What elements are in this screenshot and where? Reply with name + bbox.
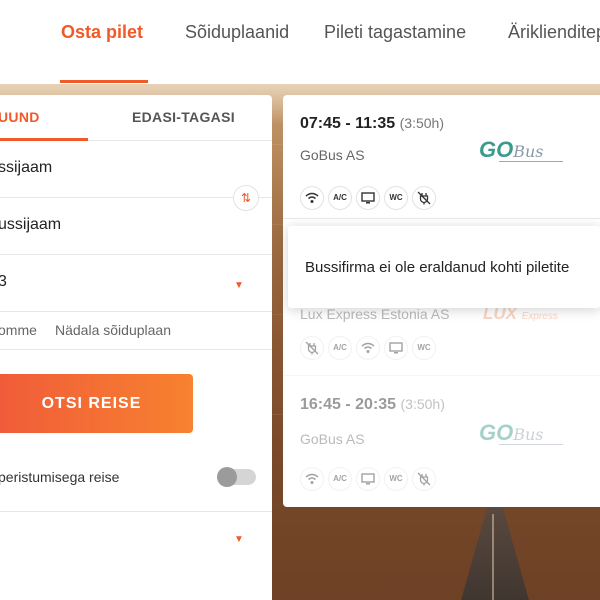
wifi-icon: [356, 336, 380, 360]
no-power-icon: [300, 336, 324, 360]
ac-badge: A/C: [328, 186, 352, 210]
tooltip-text: Bussifirma ei ole eraldanud kohti pileti…: [305, 259, 570, 276]
quick-links: omme Nädala sõiduplaan: [0, 312, 272, 350]
no-power-icon: [412, 186, 436, 210]
no-power-icon: [412, 467, 436, 491]
date-value: 3: [0, 273, 7, 290]
tab-one-way[interactable]: UUND: [0, 109, 40, 125]
nav-buy-ticket[interactable]: Osta pilet: [61, 22, 143, 43]
trip-time: 16:45 - 20:35 (3:50h): [300, 396, 445, 413]
transfer-toggle-label: peristumisega reise: [0, 469, 120, 485]
amenities: A/C WC: [300, 336, 440, 360]
link-tomorrow[interactable]: omme: [0, 322, 37, 338]
wc-badge: WC: [384, 467, 408, 491]
search-form-panel: UUND EDASI-TAGASI ssijaam ussijaam ⇅ 3 ▼…: [0, 95, 272, 600]
wifi-icon: [300, 186, 324, 210]
ac-badge: A/C: [328, 336, 352, 360]
to-value: ussijaam: [0, 216, 62, 233]
nav-business-clients[interactable]: Äriklienditep: [508, 22, 600, 43]
transfer-toggle[interactable]: [217, 467, 256, 487]
wc-badge: WC: [412, 336, 436, 360]
from-value: ssijaam: [0, 159, 53, 176]
wifi-icon: [300, 467, 324, 491]
to-field[interactable]: ussijaam: [0, 198, 272, 255]
search-button[interactable]: OTSI REISE: [0, 374, 193, 433]
from-field[interactable]: ssijaam: [0, 141, 272, 198]
seat-info-tooltip: Bussifirma ei ole eraldanud kohti pileti…: [288, 226, 600, 308]
passenger-select[interactable]: ▼: [0, 512, 272, 562]
tab-round-trip[interactable]: EDASI-TAGASI: [132, 109, 235, 125]
top-navigation: Osta pilet Sõiduplaanid Pileti tagastami…: [0, 0, 600, 84]
screen-icon: [356, 467, 380, 491]
date-field[interactable]: 3 ▼: [0, 255, 272, 312]
screen-icon: [356, 186, 380, 210]
amenities: A/C WC: [300, 467, 440, 491]
amenities: A/C WC: [300, 186, 440, 210]
chevron-down-icon: ▼: [234, 280, 244, 291]
screen-icon: [384, 336, 408, 360]
ac-badge: A/C: [328, 467, 352, 491]
trip-company: GoBus AS: [300, 431, 365, 447]
trip-company: Lux Express Estonia AS: [300, 306, 450, 322]
wc-badge: WC: [384, 186, 408, 210]
trip-card[interactable]: 07:45 - 11:35 (3:50h) GoBus AS GOBus A/C…: [283, 95, 600, 219]
nav-timetables[interactable]: Sõiduplaanid: [185, 22, 289, 43]
gobus-logo: GOBus: [479, 137, 563, 163]
trip-card[interactable]: 16:45 - 20:35 (3:50h) GoBus AS GOBus A/C…: [283, 376, 600, 507]
swap-arrows-icon[interactable]: ⇅: [233, 185, 259, 211]
gobus-logo: GOBus: [479, 420, 563, 446]
chevron-down-icon: ▼: [234, 534, 244, 545]
trip-company: GoBus AS: [300, 147, 365, 163]
trip-time: 07:45 - 11:35 (3:50h): [300, 115, 444, 132]
nav-ticket-return[interactable]: Pileti tagastamine: [324, 22, 466, 43]
nav-active-indicator: [60, 80, 148, 83]
trip-type-tabs: UUND EDASI-TAGASI: [0, 95, 272, 141]
transfer-toggle-row: peristumisega reise: [0, 455, 272, 512]
link-weekly-timetable[interactable]: Nädala sõiduplaan: [55, 322, 171, 338]
